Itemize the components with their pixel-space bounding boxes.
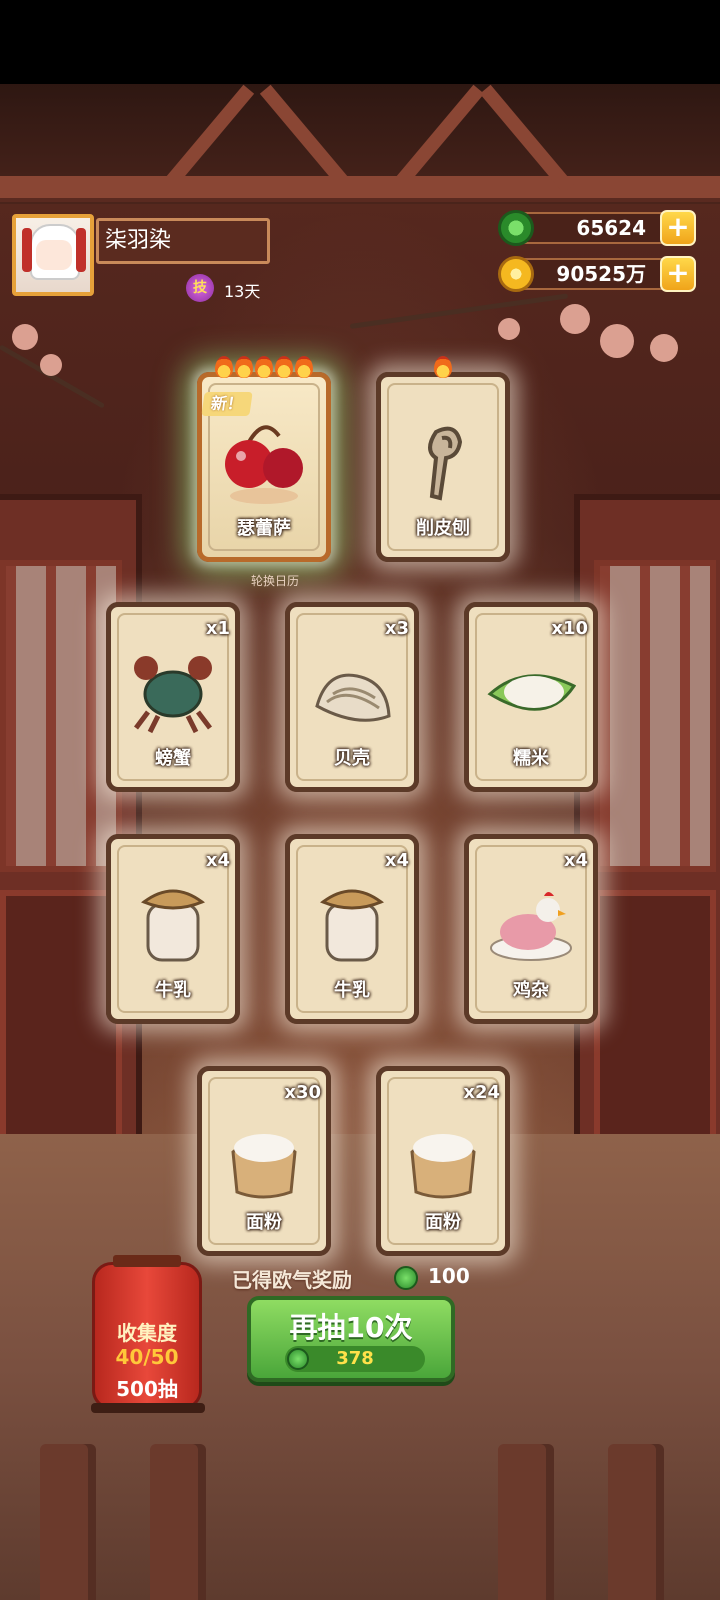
card-label: 削皮刨 xyxy=(416,518,470,539)
jade-currency: 65624 + xyxy=(498,210,696,246)
card-label: 面粉 xyxy=(425,1212,461,1233)
reward-card[interactable]: x4 牛乳 xyxy=(285,834,419,1024)
reward-card[interactable]: x4 鸡杂 xyxy=(464,834,598,1024)
gold-currency: 90525万 + xyxy=(498,256,696,292)
card-quantity: x24 xyxy=(463,1082,500,1103)
bonus-label: 已得欧气奖励 xyxy=(232,1268,352,1292)
reward-card-featured[interactable]: 削皮刨 xyxy=(376,356,510,562)
gold-coin-icon xyxy=(498,256,534,292)
skill-icon: 技 xyxy=(186,274,214,302)
rice-icon xyxy=(487,674,576,711)
blossom xyxy=(600,324,634,358)
card-quantity: x10 xyxy=(551,618,588,639)
blossom xyxy=(650,334,678,362)
star-rating xyxy=(376,356,510,383)
milk-jar-icon xyxy=(141,889,205,962)
calendar-label: 轮换日历 xyxy=(251,574,300,588)
fence-post xyxy=(608,1444,664,1600)
player-avatar[interactable] xyxy=(12,214,94,296)
shell-icon xyxy=(315,673,391,722)
fence-post xyxy=(40,1444,96,1600)
flour-sack-icon xyxy=(410,1134,476,1199)
collection-pulls: 500抽 xyxy=(116,1377,178,1401)
reward-card[interactable]: x30 面粉 xyxy=(197,1066,331,1256)
reward-card[interactable]: x3 贝壳 xyxy=(285,602,419,792)
milk-jar-icon xyxy=(320,889,384,962)
skill-days: 13天 xyxy=(224,282,261,301)
gold-value: 90525万 xyxy=(516,258,676,290)
crab-icon xyxy=(134,656,212,734)
collection-lantern[interactable]: 收集度 40/50 500抽 xyxy=(91,1255,205,1413)
reward-card-featured[interactable]: 新！ 瑟蕾萨 xyxy=(197,356,331,562)
card-quantity: x4 xyxy=(563,850,588,871)
gold-add-button[interactable]: + xyxy=(660,256,696,292)
draw-again-button[interactable]: 再抽10次 378 xyxy=(247,1296,455,1382)
card-quantity: x3 xyxy=(384,618,409,639)
collection-title: 收集度 xyxy=(117,1321,177,1345)
card-label: 面粉 xyxy=(246,1212,282,1233)
jade-add-button[interactable]: + xyxy=(660,210,696,246)
card-label: 贝壳 xyxy=(334,748,370,769)
jade-coin-icon xyxy=(498,210,534,246)
card-label: 糯米 xyxy=(513,748,549,769)
card-label: 鸡杂 xyxy=(513,980,549,1001)
card-label: 牛乳 xyxy=(155,980,191,1001)
card-label: 瑟蕾萨 xyxy=(237,518,291,539)
reward-card[interactable]: x24 面粉 xyxy=(376,1066,510,1256)
blossom xyxy=(40,354,62,376)
blossom xyxy=(560,304,590,334)
flour-sack-icon xyxy=(231,1134,297,1199)
reward-card[interactable]: x10 糯米 xyxy=(464,602,598,792)
reward-card[interactable]: x1 螃蟹 xyxy=(106,602,240,792)
player-name: 柒羽染 xyxy=(96,218,270,264)
card-quantity: x4 xyxy=(384,850,409,871)
reward-card[interactable]: x4 牛乳 xyxy=(106,834,240,1024)
roof-beam xyxy=(0,176,720,198)
card-quantity: x30 xyxy=(284,1082,321,1103)
card-label: 螃蟹 xyxy=(155,748,191,769)
card-label: 牛乳 xyxy=(334,980,370,1001)
chicken-icon xyxy=(490,892,572,961)
draw-button-label: 再抽10次 xyxy=(289,1311,413,1344)
blossom xyxy=(498,318,520,340)
cherry-icon xyxy=(225,425,303,504)
branch xyxy=(349,293,569,329)
fence-post xyxy=(150,1444,206,1600)
fence-post xyxy=(498,1444,554,1600)
blossom xyxy=(12,324,38,350)
card-quantity: x4 xyxy=(205,850,230,871)
card-quantity: x1 xyxy=(205,618,230,639)
star-rating xyxy=(197,356,331,383)
jade-coin-icon xyxy=(394,1266,418,1290)
peeler-icon xyxy=(428,426,463,501)
collection-progress: 40/50 xyxy=(115,1345,179,1369)
bonus-value: 100 xyxy=(428,1264,470,1288)
jade-coin-icon xyxy=(287,1348,309,1370)
jade-value: 65624 xyxy=(516,212,676,244)
